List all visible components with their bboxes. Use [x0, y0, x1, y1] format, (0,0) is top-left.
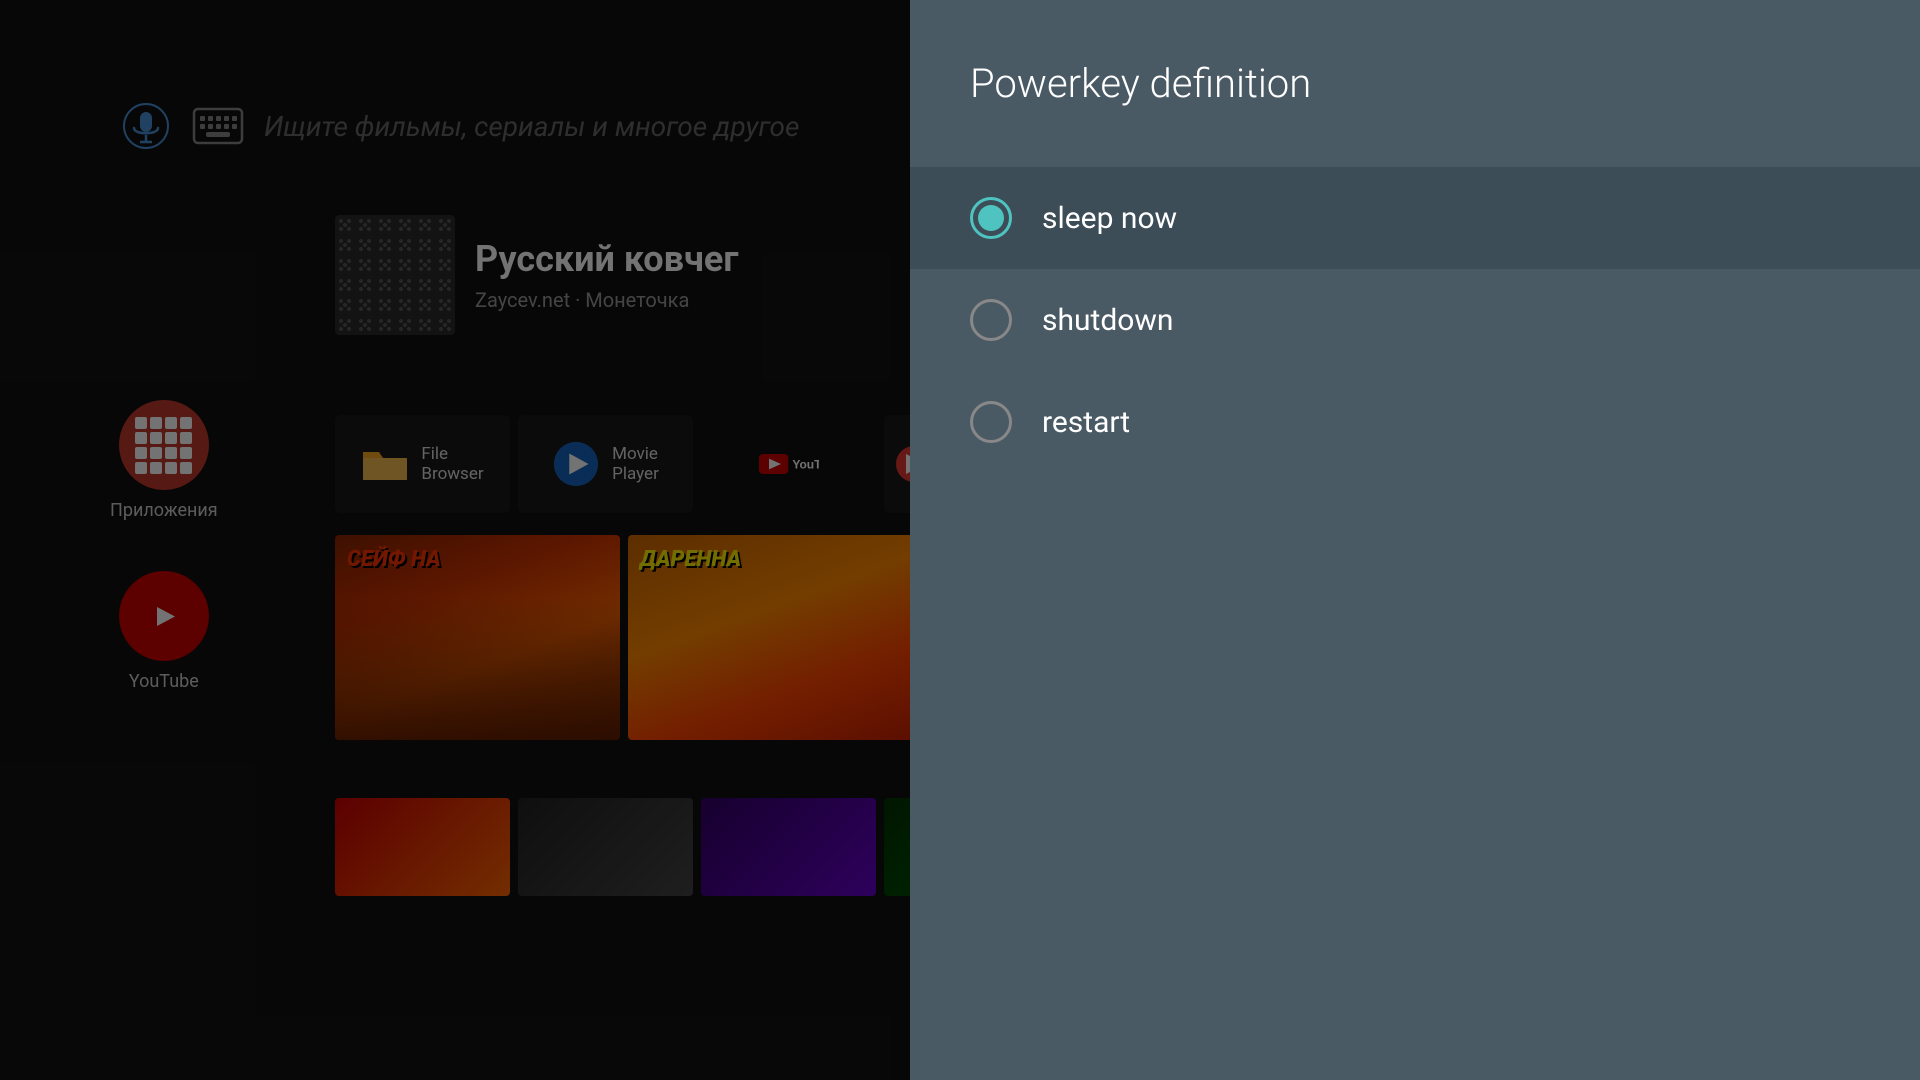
youtube-logo: YouTube	[759, 450, 819, 478]
apps-label: Приложения	[110, 500, 218, 521]
bottom-thumb-2[interactable]	[518, 798, 693, 896]
app-tile-youtube[interactable]: YouTube	[701, 415, 876, 513]
video-text-1: СЕЙФ НА	[347, 547, 441, 572]
video-text-2: ДАРЕННА	[640, 547, 741, 572]
powerkey-options: sleep now shutdown restart	[910, 147, 1920, 493]
search-bar: Ищите фильмы, сериалы и многое другое	[120, 100, 870, 152]
featured-thumbnail	[335, 215, 455, 335]
sleep-now-label: sleep now	[1042, 201, 1177, 236]
radio-shutdown	[970, 299, 1012, 341]
youtube-label: YouTube	[129, 671, 199, 692]
radio-restart	[970, 401, 1012, 443]
bottom-thumb-4[interactable]	[884, 798, 910, 896]
movie-player-icon	[552, 440, 600, 488]
powerkey-option-restart[interactable]: restart	[910, 371, 1920, 473]
sidebar-item-apps[interactable]: Приложения	[110, 400, 218, 521]
launcher-background: Ищите фильмы, сериалы и многое другое Ру…	[0, 0, 910, 1080]
grid-icon	[135, 417, 192, 474]
youtube-circle	[119, 571, 209, 661]
powerkey-option-shutdown[interactable]: shutdown	[910, 269, 1920, 371]
video-row: СЕЙФ НА ДАРЕННА МОЙСЛАЙМ	[335, 535, 910, 740]
radio-sleep	[970, 197, 1012, 239]
keyboard-icon[interactable]	[192, 100, 244, 152]
featured-card: Русский ковчег Zaycev.net · Монеточка	[335, 215, 738, 335]
sidebar-icons: Приложения YouTube	[110, 400, 218, 692]
bottom-thumb-3[interactable]	[701, 798, 876, 896]
powerkey-option-sleep[interactable]: sleep now	[910, 167, 1920, 269]
app-tile-partial	[884, 415, 910, 513]
app-tile-movie-player[interactable]: MoviePlayer	[518, 415, 693, 513]
bottom-thumb-1[interactable]	[335, 798, 510, 896]
powerkey-title: Powerkey definition	[910, 0, 1920, 147]
file-browser-label: FileBrowser	[421, 444, 483, 485]
featured-subtitle: Zaycev.net · Монеточка	[475, 288, 738, 312]
shutdown-label: shutdown	[1042, 303, 1174, 338]
video-thumb-1[interactable]: СЕЙФ НА	[335, 535, 620, 740]
app-tiles-row: FileBrowser MoviePlayer YouTube	[335, 415, 910, 513]
restart-label: restart	[1042, 405, 1130, 440]
radio-inner-sleep	[978, 205, 1004, 231]
movie-player-label: MoviePlayer	[612, 444, 659, 485]
powerkey-panel: Powerkey definition sleep now shutdown r…	[910, 0, 1920, 1080]
bottom-video-row	[335, 798, 910, 896]
folder-icon	[361, 440, 409, 488]
search-input[interactable]: Ищите фильмы, сериалы и многое другое	[264, 110, 870, 143]
app-tile-file-browser[interactable]: FileBrowser	[335, 415, 510, 513]
video-thumb-2[interactable]: ДАРЕННА	[628, 535, 910, 740]
sidebar-item-youtube[interactable]: YouTube	[110, 571, 218, 692]
apps-circle	[119, 400, 209, 490]
featured-info: Русский ковчег Zaycev.net · Монеточка	[475, 238, 738, 312]
youtube-play-icon	[139, 599, 189, 634]
mic-icon[interactable]	[120, 100, 172, 152]
featured-title: Русский ковчег	[475, 238, 738, 280]
svg-text:YouTube: YouTube	[792, 458, 819, 472]
